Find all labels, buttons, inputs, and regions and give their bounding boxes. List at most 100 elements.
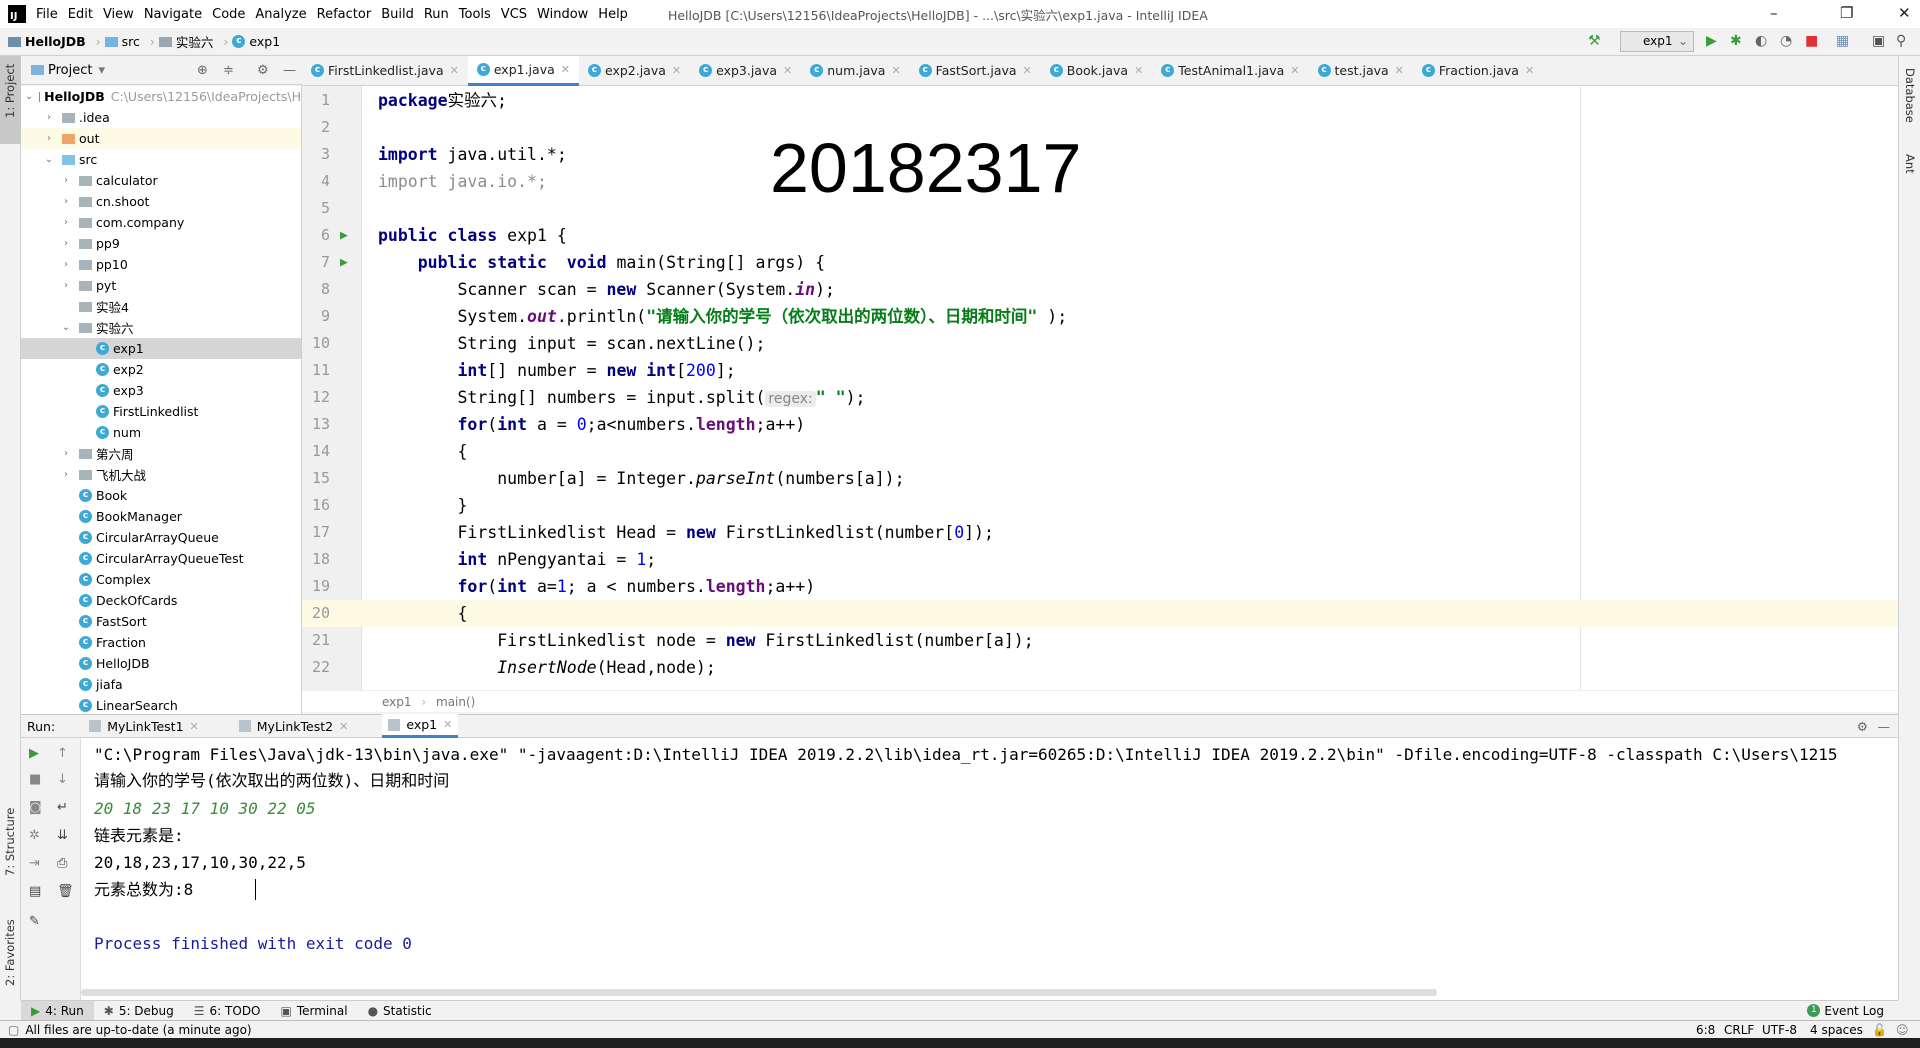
menu-build[interactable]: Build — [381, 7, 414, 22]
status-toggle-icon[interactable]: ▢ — [8, 1023, 19, 1037]
menu-run[interactable]: Run — [424, 7, 449, 22]
tree-item[interactable]: › .idea — [21, 107, 301, 128]
menu-help[interactable]: Help — [598, 7, 628, 22]
scroll-to-end-icon[interactable]: ⇊ — [57, 828, 68, 843]
close-tab-icon[interactable]: ✕ — [1395, 64, 1404, 77]
menu-edit[interactable]: Edit — [68, 7, 93, 22]
menu-analyze[interactable]: Analyze — [255, 7, 306, 22]
tool-window-statistic[interactable]: ● Statistic — [358, 1001, 442, 1021]
ant-tool-label[interactable]: Ant — [1903, 154, 1917, 174]
tree-item[interactable]: › 第六周 — [21, 443, 301, 464]
breadcrumb-class[interactable]: c exp1 — [232, 34, 280, 49]
camera-icon[interactable]: ◙ — [29, 800, 42, 815]
restore-button[interactable]: ❐ — [1840, 4, 1853, 22]
build-hammer-icon[interactable]: ⚒ — [1588, 33, 1601, 49]
editor-tab[interactable]: c exp1.java ✕ — [467, 55, 579, 86]
menu-tools[interactable]: Tools — [459, 7, 491, 22]
breadcrumb-src[interactable]: src — [104, 34, 140, 49]
menu-navigate[interactable]: Navigate — [144, 7, 202, 22]
database-tool-label[interactable]: Database — [1903, 68, 1917, 123]
inspector-icon[interactable]: ☺ — [1896, 1023, 1909, 1037]
gear-icon[interactable]: ⚙ — [1857, 719, 1868, 734]
tool-window-todo[interactable]: ☰ 6: TODO — [184, 1001, 271, 1021]
minimize-button[interactable]: – — [1770, 4, 1778, 22]
editor-tab[interactable]: c num.java ✕ — [801, 56, 909, 86]
close-tab-icon[interactable]: ✕ — [339, 720, 348, 733]
trash-icon[interactable]: 🗑 — [57, 884, 74, 899]
tree-item[interactable]: c Book — [21, 485, 301, 506]
stop-icon[interactable]: ■ — [1805, 33, 1818, 49]
run-config-select[interactable]: exp1 ⌄ — [1620, 31, 1694, 52]
favorites-tool-label[interactable]: 2: Favorites — [3, 919, 17, 986]
run-icon[interactable]: ▶ — [1706, 33, 1717, 49]
tree-item[interactable]: c FastSort — [21, 611, 301, 632]
close-tab-icon[interactable]: ✕ — [1525, 64, 1534, 77]
stop-icon[interactable]: ■ — [29, 772, 41, 787]
tree-item[interactable]: c CircularArrayQueueTest — [21, 548, 301, 569]
tree-item[interactable]: c jiafa — [21, 674, 301, 695]
up-arrow-icon[interactable]: ↑ — [57, 746, 68, 761]
tree-item[interactable]: › pyt — [21, 275, 301, 296]
menu-vcs[interactable]: VCS — [501, 7, 527, 22]
close-tab-icon[interactable]: ✕ — [672, 64, 681, 77]
down-arrow-icon[interactable]: ↓ — [57, 772, 68, 787]
close-tab-icon[interactable]: ✕ — [190, 720, 199, 733]
coverage-icon[interactable]: ◐ — [1755, 33, 1767, 49]
tree-item[interactable]: c Complex — [21, 569, 301, 590]
tree-item[interactable]: › 飞机大战 — [21, 464, 301, 485]
tree-item[interactable]: c BookManager — [21, 506, 301, 527]
tree-item[interactable]: › cn.shoot — [21, 191, 301, 212]
tree-item[interactable]: ⌄ src — [21, 149, 301, 170]
breadcrumb-method[interactable]: main() — [436, 695, 475, 709]
horizontal-scrollbar[interactable] — [81, 989, 1437, 996]
tree-item[interactable]: c HelloJDB — [21, 653, 301, 674]
hide-icon[interactable]: — — [283, 63, 296, 78]
gear-icon[interactable]: ⚙ — [257, 63, 269, 78]
tree-item[interactable]: c Fraction — [21, 632, 301, 653]
pin-icon[interactable]: ✎ — [29, 914, 40, 929]
close-tab-icon[interactable]: ✕ — [1023, 64, 1032, 77]
editor-tab[interactable]: c test.java ✕ — [1309, 56, 1413, 86]
tree-item[interactable]: c LinearSearch — [21, 695, 301, 714]
tree-root[interactable]: ⌄ HelloJDB C:\Users\12156\IdeaProjects\H — [21, 86, 301, 107]
breadcrumb-package[interactable]: 实验六 — [158, 32, 213, 51]
search-icon[interactable]: ⚲ — [1896, 33, 1906, 49]
structure-tool-label[interactable]: 7: Structure — [3, 808, 17, 876]
run-gutter-icon[interactable]: ▶ — [340, 222, 348, 249]
tree-item[interactable]: c exp1 — [21, 338, 301, 359]
close-tab-icon[interactable]: ✕ — [1134, 64, 1143, 77]
project-tool-label[interactable]: 1: Project — [3, 64, 17, 118]
tree-item[interactable]: 实验4 — [21, 296, 301, 317]
project-structure-icon[interactable]: ▦ — [1836, 33, 1849, 49]
exit-icon[interactable]: ⇥ — [29, 856, 40, 871]
run-anything-icon[interactable]: ▣ — [1872, 33, 1885, 49]
editor-tab[interactable]: c FirstLinkedlist.java ✕ — [302, 56, 468, 86]
editor-tab[interactable]: c Fraction.java ✕ — [1413, 56, 1543, 86]
line-separator[interactable]: CRLF — [1724, 1023, 1754, 1037]
tree-item[interactable]: c CircularArrayQueue — [21, 527, 301, 548]
editor-tab[interactable]: c exp3.java ✕ — [690, 56, 801, 86]
indent-setting[interactable]: 4 spaces — [1810, 1023, 1863, 1037]
tree-item[interactable]: c exp3 — [21, 380, 301, 401]
close-tab-icon[interactable]: ✕ — [450, 64, 459, 77]
hide-icon[interactable]: — — [1878, 719, 1891, 734]
close-tab-icon[interactable]: ✕ — [783, 64, 792, 77]
tree-item[interactable]: c exp2 — [21, 359, 301, 380]
run-gutter-icon[interactable]: ▶ — [340, 249, 348, 276]
tree-item[interactable]: c DeckOfCards — [21, 590, 301, 611]
lock-icon[interactable]: 🔓 — [1872, 1023, 1887, 1037]
layout-icon[interactable]: ▤ — [29, 884, 41, 899]
editor-tab[interactable]: c Book.java ✕ — [1041, 56, 1153, 86]
close-tab-icon[interactable]: ✕ — [891, 64, 900, 77]
locate-icon[interactable]: ⊕ — [197, 63, 208, 78]
file-encoding[interactable]: UTF-8 — [1762, 1023, 1797, 1037]
tree-item[interactable]: › com.company — [21, 212, 301, 233]
tool-window-terminal[interactable]: ▣ Terminal — [271, 1001, 358, 1021]
menu-code[interactable]: Code — [212, 7, 245, 22]
close-tab-icon[interactable]: ✕ — [1290, 64, 1299, 77]
menu-view[interactable]: View — [103, 7, 134, 22]
tree-item[interactable]: c FirstLinkedlist — [21, 401, 301, 422]
collapse-all-icon[interactable]: ≑ — [223, 63, 234, 78]
close-tab-icon[interactable]: ✕ — [561, 63, 570, 76]
menu-window[interactable]: Window — [537, 7, 588, 22]
